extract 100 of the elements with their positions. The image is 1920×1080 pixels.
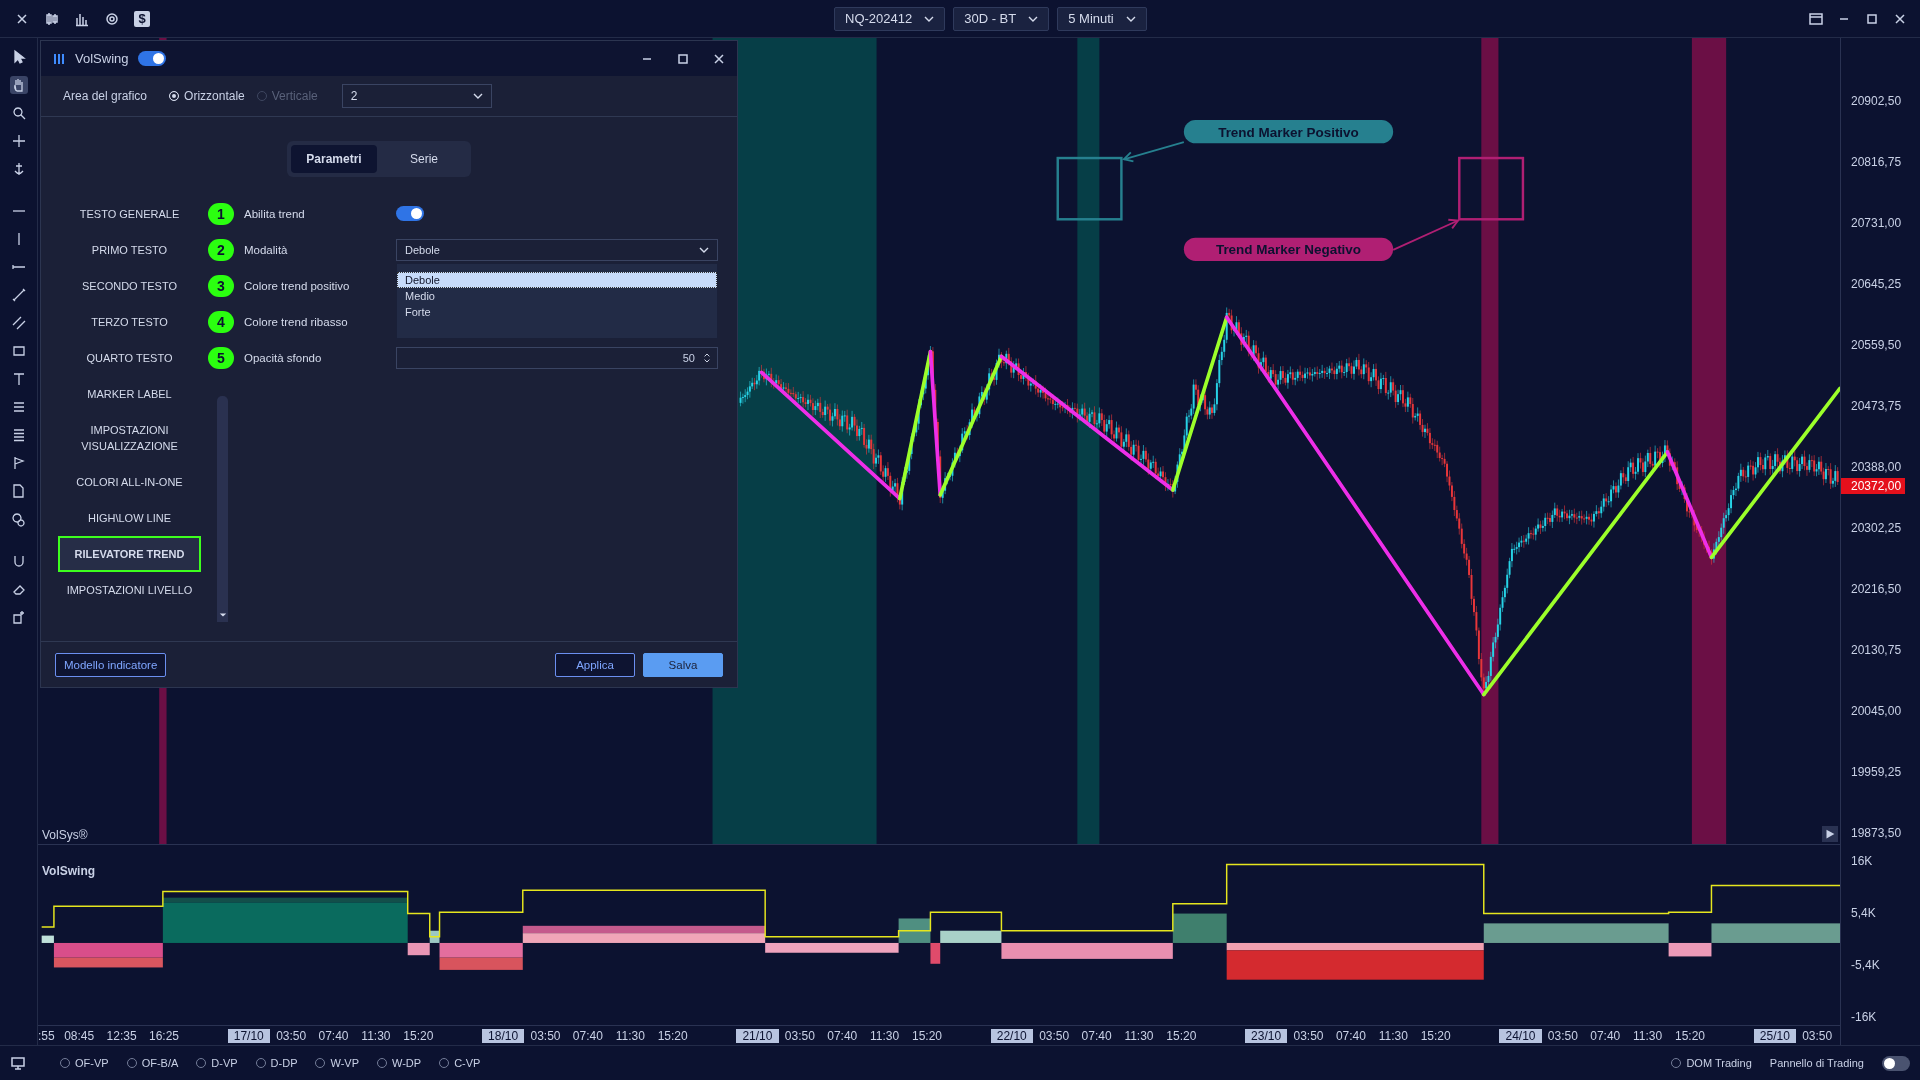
step-badge: 3 bbox=[208, 275, 234, 297]
caret-icon bbox=[1028, 15, 1039, 22]
price-axis-label: 20645,25 bbox=[1850, 276, 1902, 292]
nav-item[interactable]: MARKER LABEL bbox=[53, 376, 206, 412]
settings-icon[interactable] bbox=[104, 10, 120, 27]
indicator-axis-label: -5,4K bbox=[1850, 957, 1880, 973]
caret-icon bbox=[472, 93, 483, 99]
nav-item[interactable]: QUARTO TESTO bbox=[53, 340, 206, 376]
nav-item[interactable]: TERZO TESTO bbox=[53, 304, 206, 340]
time-axis-label: 21/10 bbox=[736, 1028, 779, 1043]
time-axis-label: 07:40 bbox=[317, 1028, 350, 1043]
orientation-radio[interactable]: Orizzontale bbox=[169, 89, 245, 103]
nav-item[interactable]: TESTO GENERALE bbox=[53, 196, 206, 232]
time-axis-label: 11:30 bbox=[1123, 1028, 1155, 1043]
time-axis-label: 03:50 bbox=[275, 1028, 308, 1043]
price-axis-label: 20045,00 bbox=[1850, 703, 1902, 719]
chart-area-label: Area del grafico bbox=[63, 89, 148, 103]
setting-label: Abilita trend bbox=[244, 208, 306, 220]
indicator-icon bbox=[53, 52, 65, 65]
mode-select[interactable]: Debole bbox=[396, 239, 718, 261]
time-axis-label: 16:25 bbox=[147, 1028, 180, 1043]
candlestick-icon[interactable] bbox=[44, 10, 60, 27]
scroll-down-icon[interactable] bbox=[218, 612, 227, 618]
hand-icon[interactable] bbox=[9, 76, 28, 94]
enable-toggle[interactable] bbox=[138, 51, 167, 66]
price-axis-label: 20302,25 bbox=[1850, 520, 1902, 536]
setting-label: Colore trend positivo bbox=[244, 280, 351, 292]
trading-panel-toggle[interactable] bbox=[1882, 1055, 1910, 1071]
number-field[interactable]: 50 bbox=[396, 347, 718, 369]
toolbar-dropdown[interactable]: NQ-202412 bbox=[834, 6, 946, 31]
time-axis-label: 15:20 bbox=[402, 1028, 435, 1043]
time-axis-label: 03:50 bbox=[783, 1028, 816, 1043]
nav-item[interactable]: HIGH\LOW LINE bbox=[53, 500, 206, 536]
time-axis-label: 18/10 bbox=[481, 1028, 525, 1043]
layer-radio[interactable]: D-VP bbox=[196, 1057, 238, 1069]
scrollbar[interactable] bbox=[217, 396, 228, 622]
time-axis-label: 15:20 bbox=[656, 1028, 689, 1043]
step-badge: 4 bbox=[208, 311, 234, 333]
layer-radio[interactable]: W-DP bbox=[377, 1057, 422, 1069]
nav-item[interactable]: RILEVATORE TREND bbox=[58, 536, 201, 572]
leader-line bbox=[1392, 218, 1460, 251]
time-axis-label: 03:50 bbox=[1801, 1028, 1834, 1043]
time-axis-label: 11:30 bbox=[869, 1028, 901, 1043]
nav-item[interactable]: IMPOSTAZIONI VISUALIZZAZIONE bbox=[53, 412, 206, 464]
time-axis-label: 22/10 bbox=[990, 1028, 1033, 1043]
layer-radio[interactable]: OF-B/A bbox=[126, 1057, 179, 1069]
caret-icon bbox=[924, 15, 935, 22]
play-icon[interactable] bbox=[1822, 826, 1838, 842]
dropdown-option[interactable]: Forte bbox=[397, 304, 717, 320]
layout-icon[interactable] bbox=[1808, 10, 1824, 27]
layer-radio[interactable]: D-DP bbox=[255, 1057, 298, 1069]
spinner-icon[interactable] bbox=[703, 352, 711, 364]
layer-radio[interactable]: OF-VP bbox=[60, 1057, 109, 1069]
template-button[interactable]: Modello indicatore bbox=[55, 652, 167, 677]
dom-trading-radio[interactable]: DOM Trading bbox=[1671, 1057, 1752, 1069]
trading-panel-label: Pannello di Trading bbox=[1769, 1057, 1864, 1069]
area-select[interactable]: 2 bbox=[341, 84, 492, 108]
monitor-icon[interactable] bbox=[10, 1055, 26, 1071]
time-axis-label: 11:30 bbox=[1632, 1028, 1664, 1043]
tab[interactable]: Parametri bbox=[291, 145, 377, 173]
time-axis-label: :55 bbox=[38, 1028, 56, 1043]
nav-item[interactable]: IMPOSTAZIONI LIVELLO bbox=[53, 572, 206, 608]
leader-line bbox=[1122, 141, 1185, 163]
nav-item[interactable]: PRIMO TESTO bbox=[53, 232, 206, 268]
marker-box bbox=[1056, 156, 1123, 221]
indicator-axis-label: 5,4K bbox=[1850, 905, 1876, 921]
currency-button[interactable]: $ bbox=[134, 10, 150, 27]
indicator-title: VolSwing bbox=[42, 864, 96, 878]
time-axis-label: 15:20 bbox=[1419, 1028, 1452, 1043]
indicator-axis-label: 16K bbox=[1850, 853, 1873, 869]
price-axis-label: 20559,50 bbox=[1850, 337, 1902, 353]
dropdown-option[interactable]: Debole bbox=[397, 272, 717, 288]
time-axis-label: 03:50 bbox=[1292, 1028, 1325, 1043]
apply-button[interactable]: Applica bbox=[555, 652, 635, 677]
time-axis-label: 25/10 bbox=[1753, 1028, 1796, 1043]
indicator-axis-label: -16K bbox=[1850, 1009, 1877, 1025]
dropdown-option[interactable]: Medio bbox=[397, 288, 717, 304]
trend-marker-label: Trend Marker Negativo bbox=[1183, 237, 1394, 261]
setting-label: Modalità bbox=[244, 244, 289, 256]
tab[interactable]: Serie bbox=[381, 145, 467, 173]
time-axis-label: 03:50 bbox=[529, 1028, 562, 1043]
layer-radio[interactable]: C-VP bbox=[439, 1057, 481, 1069]
time-axis-label: 03:50 bbox=[1038, 1028, 1071, 1043]
current-price-tag: 20372,00 bbox=[1841, 478, 1906, 494]
time-axis-label: 12:35 bbox=[105, 1028, 138, 1043]
price-axis-label: 19873,50 bbox=[1850, 825, 1902, 841]
time-axis-label: 15:20 bbox=[1674, 1028, 1707, 1043]
step-badge: 2 bbox=[208, 239, 234, 261]
caret-icon bbox=[699, 247, 709, 253]
layer-radio[interactable]: W-VP bbox=[315, 1057, 359, 1069]
toolbar-dropdown[interactable]: 5 Minuti bbox=[1057, 6, 1147, 31]
nav-item[interactable]: COLORI ALL-IN-ONE bbox=[53, 464, 206, 500]
nav-item[interactable]: SECONDO TESTO bbox=[53, 268, 206, 304]
time-axis-label: 11:30 bbox=[1377, 1028, 1409, 1043]
toolbar-dropdown[interactable]: 30D - BT bbox=[953, 6, 1050, 31]
setting-toggle[interactable] bbox=[396, 206, 424, 221]
setting-label: Opacità sfondo bbox=[244, 352, 323, 364]
save-button[interactable]: Salva bbox=[643, 652, 723, 677]
time-axis-label: 07:40 bbox=[826, 1028, 859, 1043]
time-axis-label: 07:40 bbox=[571, 1028, 604, 1043]
